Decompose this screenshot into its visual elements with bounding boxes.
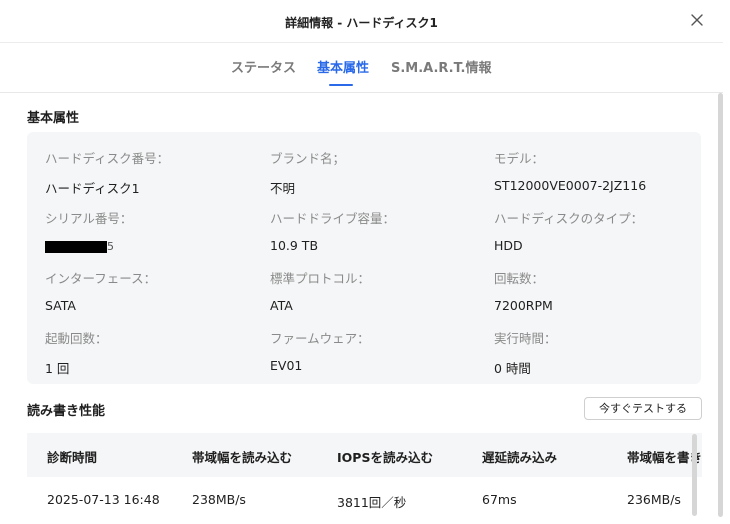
attr-rpm: 回転数： 7200RPM: [494, 268, 553, 313]
attr-label: インターフェース：: [45, 271, 157, 286]
redaction-bar: [45, 240, 107, 253]
attr-value-redacted: 5: [45, 238, 132, 253]
attr-model: モデル： ST12000VE0007-2JZ116: [494, 148, 646, 193]
attr-serial: シリアル番号： 5: [45, 208, 132, 253]
attr-run-time: 実行時間： 0 時間: [494, 328, 557, 377]
content-scrollbar[interactable]: [718, 93, 723, 517]
tab-status[interactable]: ステータス: [231, 57, 296, 76]
cell-read-iops: 3811回／秒: [337, 495, 407, 510]
attr-label: ハードドライブ容量：: [270, 211, 396, 226]
col-header-read-bandwidth[interactable]: 帯域幅を読み込む: [192, 447, 292, 466]
attr-protocol: 標準プロトコル： ATA: [270, 268, 370, 313]
active-tab-indicator: [329, 84, 353, 86]
attr-value: 不明: [270, 181, 296, 196]
performance-table: 診断時間 帯域幅を読み込む IOPSを読み込む 遅延読み込み 帯域幅を書き 20…: [27, 433, 702, 524]
close-icon-glyph: [691, 14, 703, 26]
attr-label: ブランド名；: [270, 151, 346, 166]
attr-value: 1 回: [45, 361, 70, 376]
attr-value: ハードディスク1: [45, 181, 140, 196]
cell-write-bandwidth: 236MB/s: [627, 492, 681, 507]
attr-brand: ブランド名； 不明: [270, 148, 345, 197]
dialog-titlebar: 詳細情報 - ハードディスク1: [0, 0, 723, 43]
attr-label: ハードディスク番号：: [45, 151, 170, 166]
rw-performance-heading: 読み書き性能: [27, 404, 106, 419]
attr-disk-type: ハードディスクのタイプ： HDD: [494, 208, 643, 253]
attr-label: 回転数：: [494, 271, 545, 286]
attr-label: シリアル番号：: [45, 211, 133, 226]
tab-smart-info[interactable]: S.M.A.R.T.情報: [391, 57, 491, 76]
attr-value: ST12000VE0007-2JZ116: [494, 178, 647, 193]
cell-read-latency: 67ms: [482, 492, 517, 507]
cell-read-bandwidth: 238MB/s: [192, 492, 246, 507]
attr-value: HDD: [494, 238, 523, 253]
table-row: 2025-07-13 16:48 238MB/s 3811回／秒 67ms 23…: [27, 477, 702, 524]
col-header-read-iops[interactable]: IOPSを読み込む: [337, 447, 433, 466]
attr-value: EV01: [270, 358, 303, 373]
attr-capacity: ハードドライブ容量： 10.9 TB: [270, 208, 395, 253]
attr-interface: インターフェース： SATA: [45, 268, 156, 313]
attr-value: SATA: [45, 298, 76, 313]
attr-label: ファームウェア：: [270, 331, 370, 346]
dialog-title: 詳細情報 - ハードディスク1: [285, 16, 438, 30]
basic-attributes-heading: 基本属性: [27, 111, 80, 126]
table-scrollbar[interactable]: [692, 434, 697, 516]
attr-value: 10.9 TB: [270, 238, 319, 253]
attr-value: 7200RPM: [494, 298, 553, 313]
col-header-diagnosis-time[interactable]: 診断時間: [47, 447, 97, 466]
cell-diagnosis-time: 2025-07-13 16:48: [47, 492, 160, 507]
attr-value: ATA: [270, 298, 293, 313]
attr-label: 起動回数：: [45, 331, 108, 346]
col-header-write-bandwidth[interactable]: 帯域幅を書き: [627, 447, 702, 466]
serial-visible-tail: 5: [107, 240, 114, 253]
attr-disk-number: ハードディスク番号： ハードディスク1: [45, 148, 169, 197]
attr-label: 実行時間：: [494, 331, 557, 346]
tab-basic-attributes[interactable]: 基本属性: [317, 57, 369, 76]
col-header-read-latency[interactable]: 遅延読み込み: [482, 447, 557, 466]
details-dialog: 詳細情報 - ハードディスク1 ステータス 基本属性 S.M.A.R.T.情報 …: [0, 0, 723, 524]
test-now-button[interactable]: 今すぐテストする: [584, 397, 702, 420]
tab-bar: ステータス 基本属性 S.M.A.R.T.情報: [0, 42, 723, 93]
attr-label: モデル：: [494, 151, 545, 166]
attr-value: 0 時間: [494, 361, 531, 376]
content-area: 基本属性 ハードディスク番号： ハードディスク1 ブランド名； 不明 モデル： …: [0, 93, 716, 524]
table-header: 診断時間 帯域幅を読み込む IOPSを読み込む 遅延読み込み 帯域幅を書き: [27, 433, 702, 477]
attr-label: 標準プロトコル：: [270, 271, 371, 286]
attributes-card: ハードディスク番号： ハードディスク1 ブランド名； 不明 モデル： ST120…: [27, 132, 701, 384]
attr-label: ハードディスクのタイプ：: [494, 211, 644, 226]
close-icon[interactable]: [689, 12, 705, 28]
attr-boot-count: 起動回数： 1 回: [45, 328, 108, 377]
attr-firmware: ファームウェア： EV01: [270, 328, 370, 373]
